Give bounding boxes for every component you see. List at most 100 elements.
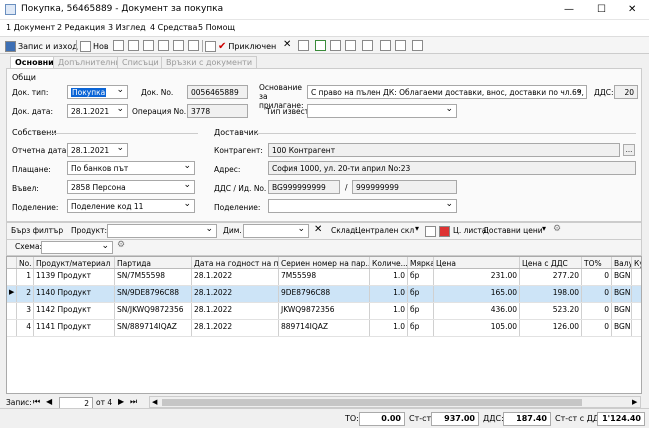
col-expiry[interactable]: Дата на годност на п... <box>192 257 279 268</box>
cell-price_vat[interactable]: 523.20 <box>520 303 582 319</box>
cell-no[interactable]: 1 <box>17 269 34 285</box>
print-icon[interactable] <box>173 40 184 51</box>
cell-product[interactable]: 1141 Продукт <box>34 320 115 336</box>
col-currency[interactable]: Валу... <box>612 257 632 268</box>
cell-lot[interactable]: SN/9DE8796C88 <box>115 286 192 302</box>
table-row[interactable]: ▶ 2 1140 Продукт SN/9DE8796C88 28.1.2022 9DE8… <box>7 286 641 303</box>
cell-serial[interactable]: 889714IQAZ <box>279 320 370 336</box>
cell-expiry[interactable]: 28.1.2022 <box>192 320 279 336</box>
cell-to[interactable]: 0 <box>582 303 612 319</box>
dim-select[interactable] <box>243 224 309 238</box>
cell-product[interactable]: 1142 Продукт <box>34 303 115 319</box>
cell-product[interactable]: 1140 Продукт <box>34 286 115 302</box>
new-button[interactable]: Нов <box>80 39 109 53</box>
col-discount[interactable]: ТО% <box>582 257 612 268</box>
menu-help[interactable]: 5 Помощ <box>198 23 235 32</box>
col-rate[interactable]: Кур <box>632 257 641 268</box>
cell-no[interactable]: 3 <box>17 303 34 319</box>
schema-options-icon[interactable]: ⚙ <box>117 240 125 250</box>
accept-button[interactable]: ✔ Приключен <box>205 39 276 53</box>
scroll-thumb[interactable] <box>162 399 582 406</box>
product-filter-select[interactable] <box>107 224 217 238</box>
help-icon[interactable] <box>412 40 423 51</box>
own-division-select[interactable]: Поделение код 11 <box>67 199 195 213</box>
prev-record-icon[interactable]: ◀ <box>46 397 52 406</box>
col-price-vat[interactable]: Цена с ДДС <box>520 257 582 268</box>
next-record-icon[interactable]: ▶ <box>118 397 124 406</box>
first-record-icon[interactable]: ⏮ <box>33 397 40 407</box>
col-no[interactable]: No. <box>17 257 34 268</box>
cell-lot[interactable]: SN/JKWQ9872356 <box>115 303 192 319</box>
price-list-select[interactable]: Доставни цени <box>483 226 543 235</box>
copy-icon[interactable] <box>425 226 436 237</box>
col-serial[interactable]: Сериен номер на пар... <box>279 257 370 268</box>
save-icon-2[interactable] <box>113 40 124 51</box>
schema-select[interactable] <box>41 241 113 254</box>
menu-view[interactable]: 3 Изглед <box>108 23 146 32</box>
doc-type-select[interactable]: Покупка <box>67 85 128 99</box>
cell-price_vat[interactable]: 126.00 <box>520 320 582 336</box>
paste-icon[interactable] <box>158 40 169 51</box>
cell-to[interactable]: 0 <box>582 320 612 336</box>
store-select[interactable]: Централен скл <box>355 226 414 235</box>
cut-icon[interactable] <box>128 40 139 51</box>
cell-serial[interactable]: 9DE8796C88 <box>279 286 370 302</box>
cell-unit[interactable]: бр <box>408 269 434 285</box>
cell-cur[interactable]: BGN <box>612 286 632 302</box>
cell-expiry[interactable]: 28.1.2022 <box>192 269 279 285</box>
price-list-dropdown-icon[interactable]: ▾ <box>542 224 546 233</box>
report-date-picker[interactable]: 28.1.2021 <box>67 143 128 157</box>
refresh-icon[interactable] <box>315 40 326 51</box>
scroll-right-icon[interactable]: ▶ <box>632 398 637 406</box>
cell-expiry[interactable]: 28.1.2022 <box>192 303 279 319</box>
save-exit-button[interactable]: Запис и изход <box>5 39 78 53</box>
cell-cur[interactable]: BGN <box>612 269 632 285</box>
cell-lot[interactable]: SN/7M55598 <box>115 269 192 285</box>
cell-price[interactable]: 165.00 <box>434 286 520 302</box>
move-down-icon[interactable] <box>362 40 373 51</box>
col-price[interactable]: Цена <box>434 257 520 268</box>
col-quantity[interactable]: Количе... <box>370 257 408 268</box>
cell-rate[interactable] <box>632 320 641 336</box>
doc-date-picker[interactable]: 28.1.2021 <box>67 104 128 118</box>
contragent-field[interactable]: 100 Контрагент <box>268 143 620 157</box>
cell-lot[interactable]: SN/889714IQAZ <box>115 320 192 336</box>
cell-price[interactable]: 231.00 <box>434 269 520 285</box>
move-up-icon[interactable] <box>380 40 391 51</box>
col-product[interactable]: Продукт/материал <box>34 257 115 268</box>
cell-no[interactable]: 2 <box>17 286 34 302</box>
menu-document[interactable]: 1 Документ <box>6 23 55 32</box>
cell-cur[interactable]: BGN <box>612 320 632 336</box>
cell-serial[interactable]: 7M55598 <box>279 269 370 285</box>
up-icon[interactable] <box>345 40 356 51</box>
supplier-division-select[interactable] <box>268 199 457 213</box>
cell-qty[interactable]: 1.0 <box>370 320 408 336</box>
notice-type-select[interactable] <box>307 104 457 118</box>
cell-cur[interactable]: BGN <box>612 303 632 319</box>
table-row[interactable]: 3 1142 Продукт SN/JKWQ9872356 28.1.2022 JKWQ… <box>7 303 641 320</box>
move-right-icon[interactable] <box>395 40 406 51</box>
horizontal-scrollbar[interactable]: ◀ ▶ <box>149 396 641 408</box>
preview-icon[interactable] <box>188 40 199 51</box>
cell-unit[interactable]: бр <box>408 286 434 302</box>
menu-tools[interactable]: 4 Средства <box>150 23 197 32</box>
filter-options-icon[interactable]: ⚙ <box>553 224 561 234</box>
cell-price_vat[interactable]: 198.00 <box>520 286 582 302</box>
minimize-button[interactable]: — <box>564 4 574 15</box>
payment-select[interactable]: По банков път <box>67 161 195 175</box>
copy-icon[interactable] <box>143 40 154 51</box>
cell-price_vat[interactable]: 277.20 <box>520 269 582 285</box>
menu-edit[interactable]: 2 Редакция <box>57 23 105 32</box>
scroll-left-icon[interactable]: ◀ <box>152 398 157 406</box>
basis-select[interactable]: С право на пълен ДК: Облагаеми доставки,… <box>307 85 587 99</box>
list-icon[interactable] <box>298 40 309 51</box>
cell-rate[interactable] <box>632 286 641 302</box>
cell-rate[interactable] <box>632 303 641 319</box>
cell-rate[interactable] <box>632 269 641 285</box>
table-row[interactable]: 4 1141 Продукт SN/889714IQAZ 28.1.2022 88971… <box>7 320 641 337</box>
store-dropdown-icon[interactable]: ▾ <box>415 224 419 233</box>
cell-unit[interactable]: бр <box>408 303 434 319</box>
entered-by-select[interactable]: 2858 Персона <box>67 180 195 194</box>
close-button[interactable]: ✕ <box>628 4 636 15</box>
cell-product[interactable]: 1139 Продукт <box>34 269 115 285</box>
